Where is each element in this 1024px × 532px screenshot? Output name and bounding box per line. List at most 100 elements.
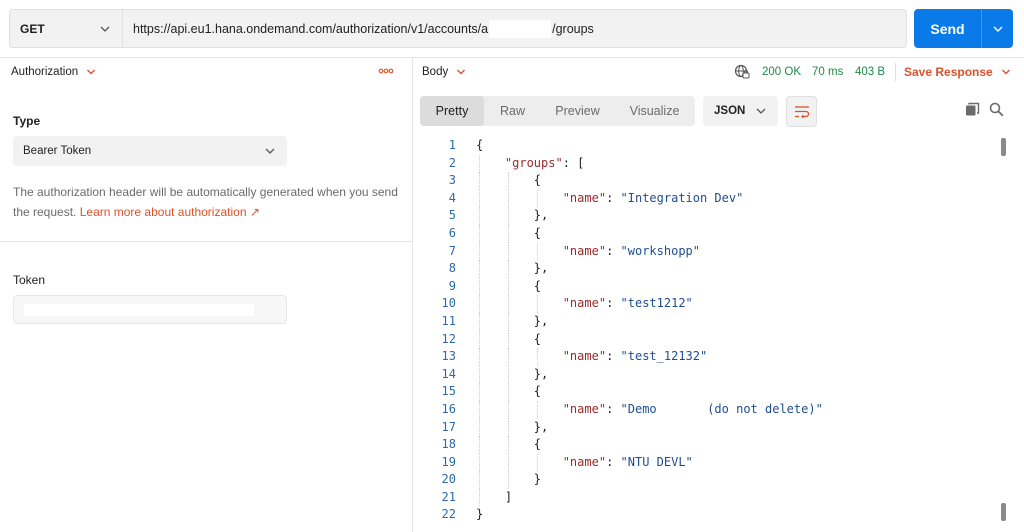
code-text: }, <box>476 419 549 434</box>
network-globe-icon[interactable] <box>734 64 750 80</box>
tab-raw[interactable]: Raw <box>484 96 541 126</box>
auth-type-heading: Type <box>13 114 41 128</box>
chevron-down-icon <box>100 26 110 32</box>
token-input[interactable] <box>13 295 287 324</box>
code-text: { <box>476 437 542 452</box>
url-prefix: https://api.eu1.hana.ondemand.com/author… <box>133 21 489 36</box>
copy-icon[interactable] <box>965 102 980 117</box>
code-line: 21 ] <box>420 488 1000 507</box>
more-options-icon[interactable] <box>378 66 394 76</box>
chevron-down-icon <box>1001 69 1010 75</box>
response-size[interactable]: 403 B <box>855 66 885 78</box>
scrollbar-thumb[interactable] <box>1001 138 1006 156</box>
code-line: 16 "name": "Demo (do not delete)" <box>420 400 1000 419</box>
code-line: 17 }, <box>420 418 1000 437</box>
line-number: 13 <box>441 349 456 364</box>
code-line: 7 "name": "workshopp" <box>420 242 1000 261</box>
chevron-down-icon <box>993 26 1002 32</box>
method-label: GET <box>20 21 45 36</box>
code-line: 11 }, <box>420 312 1000 331</box>
line-number: 10 <box>441 296 456 311</box>
code-text: }, <box>476 313 549 328</box>
code-text: }, <box>476 366 549 381</box>
code-text: ] <box>476 489 513 504</box>
tab-pretty[interactable]: Pretty <box>420 96 484 126</box>
pane-divider <box>412 57 413 532</box>
line-number: 15 <box>441 384 456 399</box>
line-number: 7 <box>448 243 456 258</box>
line-number: 9 <box>448 278 456 293</box>
save-response-label: Save Response <box>904 65 993 79</box>
line-number: 14 <box>441 366 456 381</box>
line-number: 18 <box>441 437 456 452</box>
send-options-button[interactable] <box>982 24 1013 34</box>
url-input[interactable]: https://api.eu1.hana.ondemand.com/author… <box>122 9 907 48</box>
code-text: "name": "workshopp" <box>562 243 700 258</box>
code-line: 13 "name": "test_12132" <box>420 348 1000 366</box>
scrollbar-thumb-bottom[interactable] <box>1001 503 1006 521</box>
response-body-editor[interactable]: 1{2 "groups": [3 {4 "name": "Integration… <box>420 137 1000 524</box>
code-text: "name": "Demo (do not delete)" <box>562 401 823 416</box>
wrap-lines-button[interactable] <box>786 96 817 127</box>
code-line: 5 }, <box>420 207 1000 225</box>
authorization-tab[interactable]: Authorization <box>11 66 96 78</box>
code-text: { <box>476 278 542 293</box>
code-text: { <box>476 384 542 399</box>
redacted-token <box>24 304 254 316</box>
tab-visualize[interactable]: Visualize <box>614 96 695 126</box>
code-text: }, <box>476 261 549 276</box>
chevron-down-icon <box>265 148 275 154</box>
redacted-segment <box>489 19 552 38</box>
line-number: 5 <box>448 208 456 223</box>
header-separator <box>895 63 896 81</box>
line-number: 22 <box>441 507 456 522</box>
code-text: "name": "Integration Dev" <box>562 190 744 205</box>
line-number: 11 <box>441 313 456 328</box>
format-select[interactable]: JSON <box>703 96 778 126</box>
code-line: 20 } <box>420 471 1000 489</box>
chevron-down-icon <box>87 69 96 75</box>
response-time[interactable]: 70 ms <box>812 66 843 78</box>
line-number: 4 <box>448 190 456 205</box>
token-label: Token <box>13 273 46 287</box>
code-line: 4 "name": "Integration Dev" <box>420 189 1000 208</box>
code-text: { <box>476 331 542 346</box>
top-divider <box>0 57 1024 58</box>
line-number: 1 <box>448 138 456 152</box>
learn-more-link[interactable]: Learn more about authorization ↗ <box>80 205 260 219</box>
search-icon[interactable] <box>989 102 1004 117</box>
code-line: 22} <box>420 506 1000 524</box>
code-line: 15 { <box>420 383 1000 401</box>
view-mode-tabs: Pretty Raw Preview Visualize <box>420 96 695 126</box>
code-line: 3 { <box>420 172 1000 190</box>
line-number: 2 <box>448 155 456 170</box>
chevron-down-icon <box>457 69 466 75</box>
code-line: 9 { <box>420 277 1000 296</box>
auth-help-text: The authorization header will be automat… <box>13 182 403 222</box>
body-tab-label: Body <box>422 66 449 78</box>
code-text: } <box>476 472 542 487</box>
chevron-down-icon <box>756 108 766 114</box>
code-line: 14 }, <box>420 365 1000 384</box>
send-button[interactable]: Send <box>914 9 1013 48</box>
code-text: } <box>476 507 484 522</box>
status-code[interactable]: 200 OK <box>762 66 801 78</box>
code-text: { <box>476 225 542 240</box>
wrap-lines-icon <box>794 105 809 118</box>
line-number: 6 <box>448 225 456 240</box>
save-response-button[interactable]: Save Response <box>904 65 1011 79</box>
line-number: 12 <box>441 331 456 346</box>
auth-type-value: Bearer Token <box>23 145 92 157</box>
tab-preview[interactable]: Preview <box>541 96 614 126</box>
body-tab[interactable]: Body <box>422 66 466 78</box>
code-text: { <box>476 138 484 152</box>
code-line: 1{ <box>420 137 1000 155</box>
code-line: 2 "groups": [ <box>420 154 1000 173</box>
method-select[interactable]: GET <box>9 9 122 48</box>
format-value: JSON <box>714 105 746 117</box>
request-bar: GET https://api.eu1.hana.ondemand.com/au… <box>0 0 1024 57</box>
code-line: 19 "name": "NTU DEVL" <box>420 453 1000 472</box>
code-line: 10 "name": "test1212" <box>420 295 1000 313</box>
auth-type-select[interactable]: Bearer Token <box>13 136 287 166</box>
line-number: 20 <box>441 472 456 487</box>
